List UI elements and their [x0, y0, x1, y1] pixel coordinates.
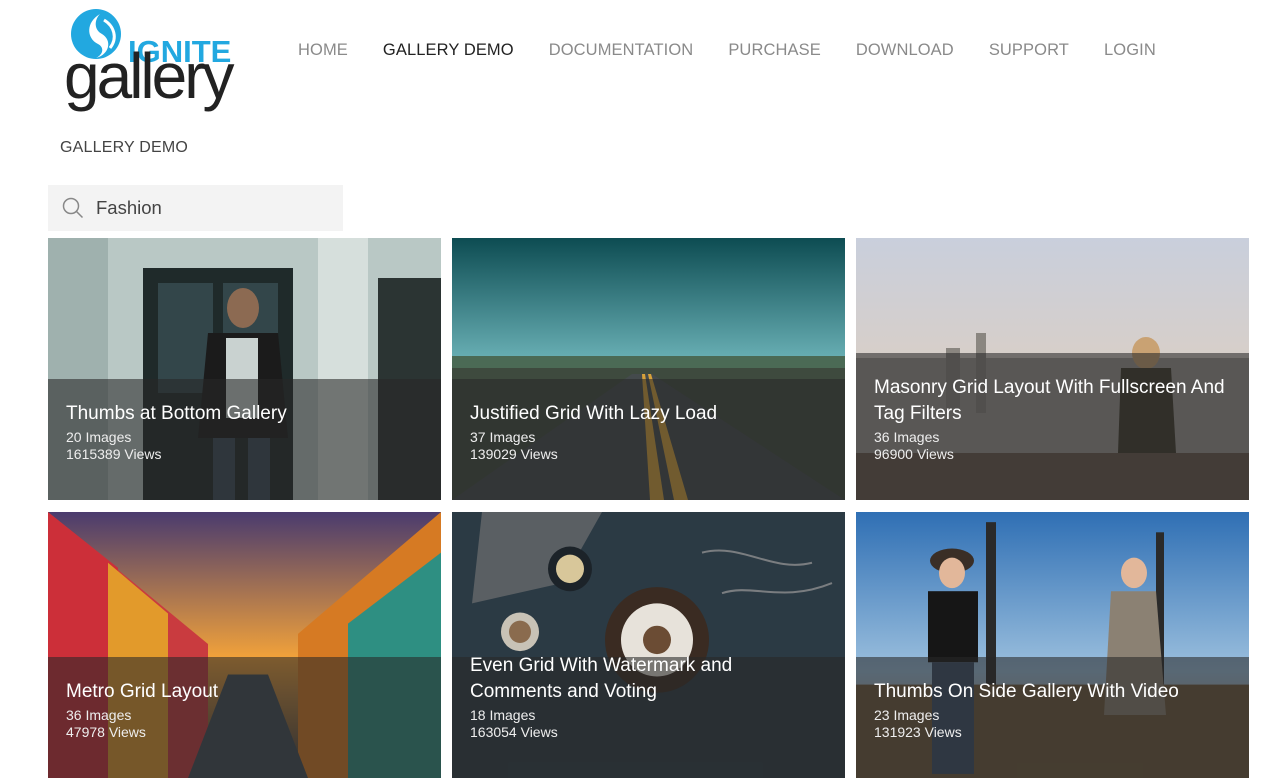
gallery-image-count: 20 Images — [66, 429, 132, 445]
gallery-card-caption: Metro Grid Layout 36 Images 47978 Views — [48, 657, 441, 778]
gallery-title[interactable]: Metro Grid Layout — [66, 679, 423, 705]
page-title: GALLERY DEMO — [60, 139, 189, 156]
gallery-card-caption: Thumbs On Side Gallery With Video 23 Ima… — [856, 657, 1249, 778]
search-box[interactable] — [48, 185, 343, 231]
nav-purchase[interactable]: PURCHASE — [728, 41, 821, 60]
gallery-card-even-grid[interactable]: Even Grid With Watermark and Comments an… — [452, 512, 845, 778]
gallery-image-count: 36 Images — [874, 429, 940, 445]
gallery-title[interactable]: Masonry Grid Layout With Fullscreen And … — [874, 375, 1231, 427]
logo-text-gallery: gallery — [64, 40, 235, 112]
nav-login[interactable]: LOGIN — [1104, 41, 1156, 60]
gallery-image-count: 36 Images — [66, 707, 132, 723]
nav-gallery-demo[interactable]: GALLERY DEMO — [383, 41, 514, 60]
gallery-view-count: 96900 Views — [874, 446, 954, 462]
search-input[interactable] — [94, 196, 318, 220]
nav-documentation[interactable]: DOCUMENTATION — [549, 41, 694, 60]
gallery-view-count: 139029 Views — [470, 446, 558, 462]
gallery-card-masonry[interactable]: Masonry Grid Layout With Fullscreen And … — [856, 238, 1249, 500]
gallery-view-count: 131923 Views — [874, 724, 962, 740]
nav-home[interactable]: HOME — [298, 41, 348, 60]
gallery-title[interactable]: Thumbs On Side Gallery With Video — [874, 679, 1231, 705]
gallery-view-count: 1615389 Views — [66, 446, 162, 462]
gallery-image-count: 37 Images — [470, 429, 536, 445]
site-logo[interactable]: IGNITE gallery — [64, 8, 236, 118]
gallery-image-count: 18 Images — [470, 707, 536, 723]
gallery-card-thumbs-bottom[interactable]: Thumbs at Bottom Gallery 20 Images 16153… — [48, 238, 441, 500]
gallery-title[interactable]: Thumbs at Bottom Gallery — [66, 401, 423, 427]
gallery-title[interactable]: Justified Grid With Lazy Load — [470, 401, 827, 427]
gallery-card-thumbs-side[interactable]: Thumbs On Side Gallery With Video 23 Ima… — [856, 512, 1249, 778]
nav-download[interactable]: DOWNLOAD — [856, 41, 954, 60]
gallery-image-count: 23 Images — [874, 707, 940, 723]
gallery-title[interactable]: Even Grid With Watermark and Comments an… — [470, 653, 827, 705]
gallery-card-justified[interactable]: Justified Grid With Lazy Load 37 Images … — [452, 238, 845, 500]
search-icon[interactable] — [62, 197, 84, 219]
gallery-card-caption: Masonry Grid Layout With Fullscreen And … — [856, 353, 1249, 500]
gallery-view-count: 47978 Views — [66, 724, 146, 740]
gallery-card-metro[interactable]: Metro Grid Layout 36 Images 47978 Views — [48, 512, 441, 778]
nav-support[interactable]: SUPPORT — [989, 41, 1069, 60]
gallery-view-count: 163054 Views — [470, 724, 558, 740]
gallery-card-caption: Justified Grid With Lazy Load 37 Images … — [452, 379, 845, 500]
gallery-card-caption: Even Grid With Watermark and Comments an… — [452, 655, 845, 778]
gallery-card-caption: Thumbs at Bottom Gallery 20 Images 16153… — [48, 379, 441, 500]
main-nav: HOME GALLERY DEMO DOCUMENTATION PURCHASE… — [298, 41, 1191, 60]
